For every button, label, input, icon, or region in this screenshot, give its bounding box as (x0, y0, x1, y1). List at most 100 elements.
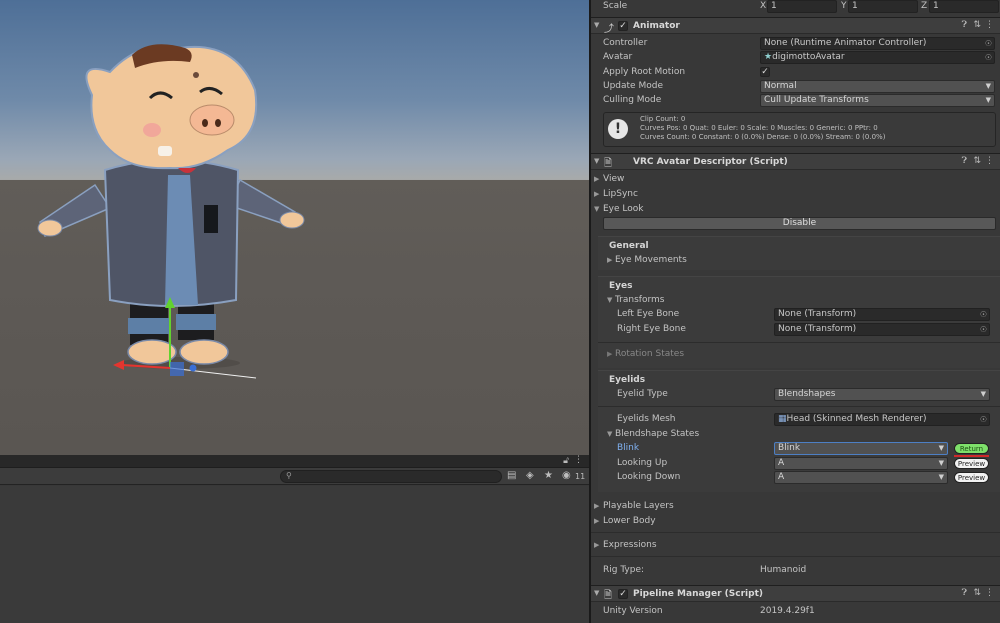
info-line: Clip Count: 0 (640, 115, 686, 123)
eyelid-type-dropdown[interactable]: Blendshapes ▼ (774, 388, 990, 401)
divider (591, 556, 1000, 557)
help-icon[interactable]: ❓︎ (962, 588, 967, 598)
expressions-foldout[interactable]: ▶ Expressions (591, 539, 1000, 553)
return-button[interactable]: Return (954, 443, 989, 454)
playable-layers-foldout[interactable]: ▶ Playable Layers (591, 500, 1000, 514)
object-picker-icon[interactable]: ☉ (980, 309, 987, 320)
scale-z-field[interactable]: 1 (929, 0, 999, 13)
presets-icon[interactable]: ⇅ (973, 588, 981, 598)
panel-menu-icon[interactable]: ⋮ (574, 455, 583, 465)
eyelids-header: Eyelids (609, 375, 646, 385)
left-eye-label: Left Eye Bone (617, 309, 680, 319)
hidden-packages-icon[interactable]: ◉ (562, 470, 571, 481)
transforms-label: Transforms (615, 295, 665, 305)
scale-z-label: Z (921, 1, 928, 11)
playable-layers-label: Playable Layers (603, 501, 674, 511)
scale-x-field[interactable]: 1 (767, 0, 837, 13)
animator-enabled-checkbox[interactable]: ✓ (618, 21, 628, 31)
mesh-asset-icon: ▦ (778, 414, 787, 424)
eyelid-type-label: Eyelid Type (617, 389, 668, 399)
lower-body-label: Lower Body (603, 516, 656, 526)
rig-type-row: Rig Type: Humanoid (591, 564, 1000, 578)
scale-y-field[interactable]: 1 (848, 0, 918, 13)
inspector-panel: Scale X 1 Y 1 Z 1 ▼ ⤴ ✓ Animator ❓︎ ⇅ ⋮ … (591, 0, 1000, 623)
fold-arrow-icon: ▶ (594, 517, 600, 525)
pipeline-header[interactable]: ▼ 🗎︎ ✓ Pipeline Manager (Script) ❓︎ ⇅ ⋮ (591, 585, 1000, 602)
chevron-down-icon: ▼ (938, 459, 944, 467)
controller-row: Controller None (Runtime Animator Contro… (591, 37, 1000, 51)
component-menu-icon[interactable]: ⋮ (985, 20, 994, 30)
fold-arrow-icon: ▼ (607, 296, 613, 304)
object-picker-icon[interactable]: ☉ (980, 324, 987, 335)
rotation-states-foldout[interactable]: ▶ Rotation States (591, 348, 1000, 362)
avatar-row: Avatar ★digimottoAvatar ☉ (591, 51, 1000, 65)
unity-version-label: Unity Version (603, 606, 663, 616)
info-line: Curves Count: 0 Constant: 0 (0.0%) Dense… (640, 133, 886, 141)
help-icon[interactable]: ❓︎ (962, 156, 967, 166)
blendshape-state-row: Blink Blink ▼ Return (591, 442, 1000, 457)
update-mode-dropdown[interactable]: Normal ▼ (760, 80, 995, 93)
search-input[interactable]: ⚲ (280, 470, 502, 483)
animator-info-box: ! Clip Count: 0 Curves Pos: 0 Quat: 0 Eu… (603, 112, 996, 147)
info-icon: ! (608, 119, 628, 139)
right-eye-field[interactable]: None (Transform) ☉ (774, 323, 990, 336)
preview-button[interactable]: Preview (954, 458, 989, 469)
hidden-count: 11 (575, 472, 586, 481)
object-picker-icon[interactable]: ☉ (980, 414, 987, 425)
project-panel: 🔓︎ ⋮ ⚲ ▤ ◈ ★ ◉ 11 (0, 455, 589, 623)
eyes-header-row: Eyes (591, 280, 1000, 294)
component-menu-icon[interactable]: ⋮ (985, 156, 994, 166)
eyelids-mesh-field[interactable]: ▦Head (Skinned Mesh Renderer) ☉ (774, 413, 990, 426)
fold-arrow-icon[interactable]: ▼ (594, 589, 599, 597)
left-eye-field[interactable]: None (Transform) ☉ (774, 308, 990, 321)
lock-icon[interactable]: 🔓︎ (563, 456, 569, 466)
culling-mode-value: Cull Update Transforms (764, 95, 869, 105)
fold-arrow-icon: ▶ (594, 541, 600, 549)
fold-arrow-icon[interactable]: ▼ (594, 21, 599, 29)
eyes-header: Eyes (609, 281, 633, 291)
chevron-down-icon: ▼ (980, 390, 986, 398)
help-icon[interactable]: ❓︎ (962, 20, 967, 30)
looking-up-label: Looking Up (617, 458, 668, 468)
apply-root-motion-checkbox[interactable]: ✓ (760, 67, 770, 77)
blink-dropdown[interactable]: Blink ▼ (774, 442, 948, 455)
unity-version-row: Unity Version 2019.4.29f1 (591, 605, 1000, 619)
descriptor-header[interactable]: ▼ 🗎︎ VRC Avatar Descriptor (Script) ❓︎ ⇅… (591, 153, 1000, 170)
fold-arrow-icon[interactable]: ▼ (594, 157, 599, 165)
chevron-down-icon: ▼ (938, 444, 944, 452)
view-foldout[interactable]: ▶ View (591, 173, 1000, 187)
blendshape-states-foldout[interactable]: ▼ Blendshape States (591, 428, 1000, 442)
chevron-down-icon: ▼ (938, 473, 944, 481)
avatar-field[interactable]: ★digimottoAvatar ☉ (760, 51, 995, 64)
fold-arrow-icon: ▶ (594, 502, 600, 510)
avatar-label: Avatar (603, 52, 633, 62)
view-label: View (603, 174, 625, 184)
looking-down-dropdown[interactable]: A ▼ (774, 471, 948, 484)
lower-body-foldout[interactable]: ▶ Lower Body (591, 515, 1000, 529)
favorite-star-icon[interactable]: ★ (544, 470, 553, 481)
presets-icon[interactable]: ⇅ (973, 20, 981, 30)
disable-button[interactable]: Disable (603, 217, 996, 230)
transform-scale-row: Scale X 1 Y 1 Z 1 (591, 0, 1000, 14)
component-menu-icon[interactable]: ⋮ (985, 588, 994, 598)
eye-movements-foldout[interactable]: ▶ Eye Movements (591, 254, 1000, 268)
culling-mode-dropdown[interactable]: Cull Update Transforms ▼ (760, 94, 995, 107)
pipeline-enabled-checkbox[interactable]: ✓ (618, 589, 628, 599)
fold-arrow-icon: ▶ (607, 350, 613, 358)
blendshape-states-label: Blendshape States (615, 429, 700, 439)
filter-by-label-icon[interactable]: ◈ (526, 470, 534, 481)
avatar-model[interactable] (0, 0, 589, 455)
lipsync-foldout[interactable]: ▶ LipSync (591, 188, 1000, 202)
object-picker-icon[interactable]: ☉ (985, 52, 992, 63)
object-picker-icon[interactable]: ☉ (985, 38, 992, 49)
preview-button[interactable]: Preview (954, 472, 989, 483)
transforms-foldout[interactable]: ▼ Transforms (591, 294, 1000, 308)
eye-look-foldout[interactable]: ▼ Eye Look (591, 203, 1000, 217)
controller-field[interactable]: None (Runtime Animator Controller) ☉ (760, 37, 995, 50)
scene-view[interactable] (0, 0, 589, 455)
update-mode-label: Update Mode (603, 81, 663, 91)
presets-icon[interactable]: ⇅ (973, 156, 981, 166)
filter-by-type-icon[interactable]: ▤ (507, 470, 516, 481)
looking-up-dropdown[interactable]: A ▼ (774, 457, 948, 470)
animator-header[interactable]: ▼ ⤴ ✓ Animator ❓︎ ⇅ ⋮ (591, 17, 1000, 35)
